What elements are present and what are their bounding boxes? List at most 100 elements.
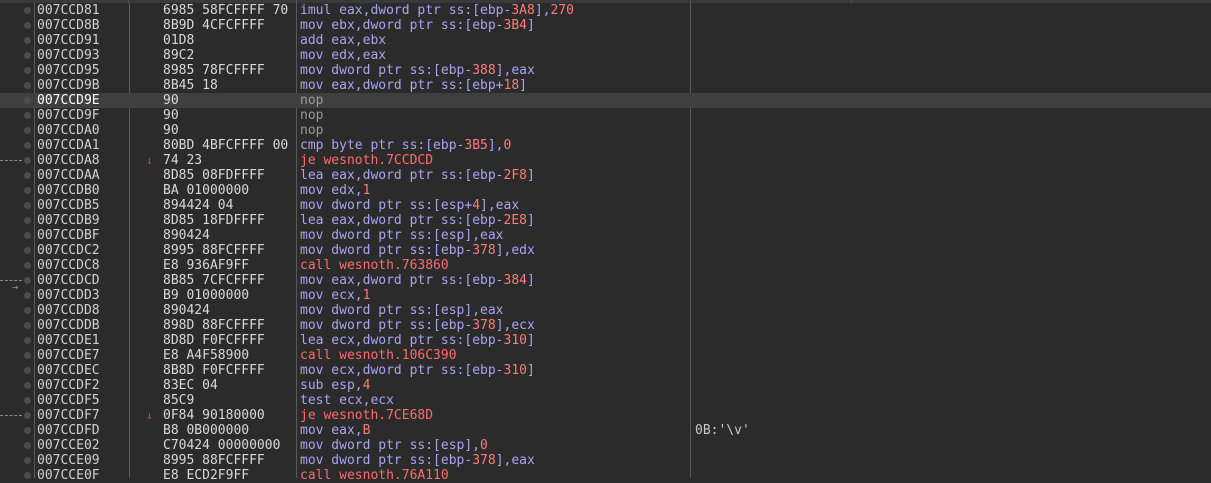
bytes-cell[interactable]: 85C9 [163, 393, 296, 408]
instruction-row[interactable]: 007CCDF2 83EC 04 sub esp,4 [0, 378, 1211, 393]
address-cell[interactable]: 007CCDF7 [37, 408, 100, 423]
instruction-row[interactable]: 007CCDDB 898D 88FCFFFF mov dword ptr ss:[e… [0, 318, 1211, 333]
address-cell[interactable]: 007CCDDB [37, 318, 100, 333]
address-cell[interactable]: 007CCDD8 [37, 303, 100, 318]
disassembly-cell[interactable]: mov dword ptr ss:[ebp-378],ecx [300, 318, 535, 333]
disassembly-cell[interactable]: mov eax,B [300, 423, 370, 438]
breakpoint-gutter[interactable] [0, 228, 34, 243]
bytes-cell[interactable]: 8985 78FCFFFF [163, 63, 296, 78]
disassembly-cell[interactable]: mov edx,1 [300, 183, 370, 198]
bytes-cell[interactable]: 890424 [163, 228, 296, 243]
disassembly-listing[interactable]: 007CCD81 6985 58FCFFFF 70 imul eax,dword p… [0, 3, 1211, 483]
breakpoint-gutter[interactable] [0, 183, 34, 198]
breakpoint-gutter[interactable] [0, 138, 34, 153]
breakpoint-dot-icon[interactable] [24, 262, 31, 269]
address-cell[interactable]: 007CCD9B [37, 78, 100, 93]
bytes-cell[interactable]: 8B85 7CFCFFFF [163, 273, 296, 288]
breakpoint-gutter[interactable] [0, 63, 34, 78]
breakpoint-gutter[interactable] [0, 423, 34, 438]
breakpoint-gutter[interactable] [0, 213, 34, 228]
instruction-row[interactable]: 007CCDEC 8B8D F0FCFFFF mov ecx,dword ptr s… [0, 363, 1211, 378]
disassembly-cell[interactable]: mov edx,eax [300, 48, 386, 63]
instruction-row[interactable]: 007CCDB5 894424 04 mov dword ptr ss:[esp+4… [0, 198, 1211, 213]
address-cell[interactable]: 007CCDE7 [37, 348, 100, 363]
bytes-cell[interactable]: B9 01000000 [163, 288, 296, 303]
disassembly-cell[interactable]: nop [300, 108, 323, 123]
instruction-row[interactable]: 007CCD9E 90 nop [0, 93, 1211, 108]
bytes-cell[interactable]: 8995 88FCFFFF [163, 453, 296, 468]
address-cell[interactable]: 007CCD91 [37, 33, 100, 48]
bytes-cell[interactable]: 6985 58FCFFFF 70 [163, 3, 296, 18]
bytes-cell[interactable]: 83EC 04 [163, 378, 296, 393]
address-cell[interactable]: 007CCDF5 [37, 393, 100, 408]
bytes-cell[interactable]: 90 [163, 108, 296, 123]
disassembly-cell[interactable]: mov dword ptr ss:[ebp-378],eax [300, 453, 535, 468]
comment-cell[interactable]: 0B:'\v' [695, 423, 750, 438]
address-cell[interactable]: 007CCE02 [37, 438, 100, 453]
breakpoint-dot-icon[interactable] [24, 112, 31, 119]
instruction-row[interactable]: 007CCDF7 ↓ 0F84 90180000 je wesnoth.7CE68D [0, 408, 1211, 423]
breakpoint-gutter[interactable] [0, 378, 34, 393]
disassembly-cell[interactable]: call wesnoth.763860 [300, 258, 449, 273]
instruction-row[interactable]: 007CCE09 8995 88FCFFFF mov dword ptr ss:[e… [0, 453, 1211, 468]
breakpoint-gutter[interactable] [0, 243, 34, 258]
breakpoint-gutter[interactable] [0, 303, 34, 318]
instruction-row[interactable]: 007CCDF5 85C9 test ecx,ecx [0, 393, 1211, 408]
breakpoint-dot-icon[interactable] [24, 322, 31, 329]
disassembly-cell[interactable]: mov dword ptr ss:[esp],0 [300, 438, 488, 453]
disassembly-cell[interactable]: mov dword ptr ss:[esp],eax [300, 228, 504, 243]
disassembly-cell[interactable]: call wesnoth.106C390 [300, 348, 457, 363]
disassembly-cell[interactable]: lea eax,dword ptr ss:[ebp-2F8] [300, 168, 535, 183]
instruction-row[interactable]: 007CCD81 6985 58FCFFFF 70 imul eax,dword p… [0, 3, 1211, 18]
breakpoint-dot-icon[interactable] [24, 52, 31, 59]
breakpoint-gutter[interactable] [0, 393, 34, 408]
breakpoint-dot-icon[interactable] [24, 67, 31, 74]
disassembly-cell[interactable]: add eax,ebx [300, 33, 386, 48]
instruction-row[interactable]: 007CCDE7 E8 A4F58900 call wesnoth.106C390 [0, 348, 1211, 363]
address-cell[interactable]: 007CCD9F [37, 108, 100, 123]
instruction-row[interactable]: 007CCDD3 B9 01000000 mov ecx,1 [0, 288, 1211, 303]
breakpoint-gutter[interactable]: → [0, 273, 34, 293]
instruction-row[interactable]: 007CCD9F 90 nop [0, 108, 1211, 123]
address-cell[interactable]: 007CCDBF [37, 228, 100, 243]
breakpoint-gutter[interactable] [0, 153, 34, 168]
breakpoint-dot-icon[interactable] [24, 7, 31, 14]
address-cell[interactable]: 007CCDB0 [37, 183, 100, 198]
disassembly-cell[interactable]: nop [300, 123, 323, 138]
breakpoint-gutter[interactable] [0, 333, 34, 348]
disassembly-cell[interactable]: sub esp,4 [300, 378, 370, 393]
bytes-cell[interactable]: 80BD 4BFCFFFF 00 [163, 138, 296, 153]
bytes-cell[interactable]: 89C2 [163, 48, 296, 63]
breakpoint-gutter[interactable] [0, 438, 34, 453]
instruction-row[interactable]: 007CCD95 8985 78FCFFFF mov dword ptr ss:[e… [0, 63, 1211, 78]
breakpoint-dot-icon[interactable] [24, 247, 31, 254]
breakpoint-dot-icon[interactable] [24, 202, 31, 209]
breakpoint-gutter[interactable] [0, 168, 34, 183]
bytes-cell[interactable]: 8995 88FCFFFF [163, 243, 296, 258]
disassembly-cell[interactable]: mov dword ptr ss:[esp+4],eax [300, 198, 519, 213]
breakpoint-dot-icon[interactable] [24, 22, 31, 29]
breakpoint-gutter[interactable] [0, 288, 34, 303]
breakpoint-dot-icon[interactable] [24, 397, 31, 404]
breakpoint-dot-icon[interactable] [24, 37, 31, 44]
disassembly-cell[interactable]: mov dword ptr ss:[esp],eax [300, 303, 504, 318]
disassembly-cell[interactable]: lea eax,dword ptr ss:[ebp-2E8] [300, 213, 535, 228]
address-cell[interactable]: 007CCDA0 [37, 123, 100, 138]
instruction-row[interactable]: 007CCDFD B8 0B000000 mov eax,B 0B:'\v' [0, 423, 1211, 438]
address-cell[interactable]: 007CCDCD [37, 273, 100, 288]
breakpoint-gutter[interactable] [0, 33, 34, 48]
breakpoint-dot-icon[interactable] [24, 187, 31, 194]
instruction-row[interactable]: 007CCDD8 890424 mov dword ptr ss:[esp],eax [0, 303, 1211, 318]
disassembly-cell[interactable]: call wesnoth.76A110 [300, 468, 449, 483]
breakpoint-dot-icon[interactable] [24, 352, 31, 359]
bytes-cell[interactable]: 8D85 18FDFFFF [163, 213, 296, 228]
breakpoint-dot-icon[interactable] [24, 172, 31, 179]
breakpoint-gutter[interactable] [0, 198, 34, 213]
instruction-row[interactable]: 007CCD8B 8B9D 4CFCFFFF mov ebx,dword ptr s… [0, 18, 1211, 33]
instruction-row[interactable]: 007CCD91 01D8 add eax,ebx [0, 33, 1211, 48]
address-cell[interactable]: 007CCDEC [37, 363, 100, 378]
breakpoint-dot-icon[interactable] [24, 457, 31, 464]
instruction-row[interactable]: 007CCDE1 8D8D F0FCFFFF lea ecx,dword ptr s… [0, 333, 1211, 348]
bytes-cell[interactable]: 8B9D 4CFCFFFF [163, 18, 296, 33]
breakpoint-dot-icon[interactable] [24, 442, 31, 449]
